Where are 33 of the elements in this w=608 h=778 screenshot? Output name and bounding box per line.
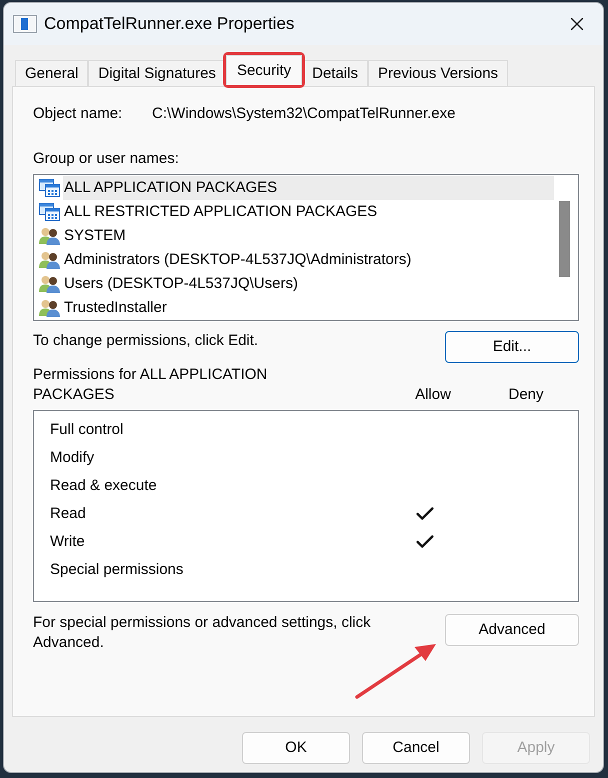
permission-name: Special permissions — [49, 560, 184, 580]
edit-button[interactable]: Edit... — [445, 331, 579, 363]
tab[interactable]: Previous Versions — [368, 60, 508, 86]
tab[interactable]: General — [15, 60, 88, 86]
hint-text: For special permissions or advanced settings, click Advanced. — [33, 613, 372, 653]
field-label: Object name: — [33, 104, 124, 124]
dialog-button[interactable]: OK — [242, 732, 350, 764]
scrollbar-thumb[interactable] — [559, 201, 570, 277]
document-icon — [13, 15, 37, 33]
column-header: Allow — [414, 385, 452, 405]
advanced-button[interactable]: Advanced — [445, 614, 579, 646]
tab[interactable]: Digital Signatures — [88, 60, 226, 86]
permission-name: Read & execute — [49, 476, 158, 496]
windows-stack-icon — [39, 203, 60, 221]
hint-text: To change permissions, click Edit. — [33, 331, 258, 351]
dialog-button[interactable]: Cancel — [362, 732, 470, 764]
list-item[interactable]: ALL APPLICATION PACKAGES — [63, 176, 554, 200]
window-title: CompatTelRunner.exe Properties — [44, 13, 294, 35]
list-label: Group or user names: — [33, 149, 179, 169]
permission-name: Read — [49, 504, 87, 524]
object-path: C:\Windows\System32\CompatTelRunner.exe — [152, 104, 456, 124]
permission-name: Write — [49, 532, 86, 552]
people-icon — [39, 275, 60, 293]
people-icon — [39, 299, 60, 317]
column-header: Deny — [507, 385, 545, 405]
people-icon — [39, 251, 60, 269]
tab[interactable]: Details — [302, 60, 368, 86]
permission-name: Modify — [49, 448, 96, 468]
permissions-heading: Permissions for ALL APPLICATION PACKAGES — [33, 365, 268, 405]
people-icon — [39, 227, 60, 245]
permission-name: Full control — [49, 420, 124, 440]
windows-stack-icon — [39, 179, 60, 197]
tab[interactable]: Security — [226, 55, 302, 85]
